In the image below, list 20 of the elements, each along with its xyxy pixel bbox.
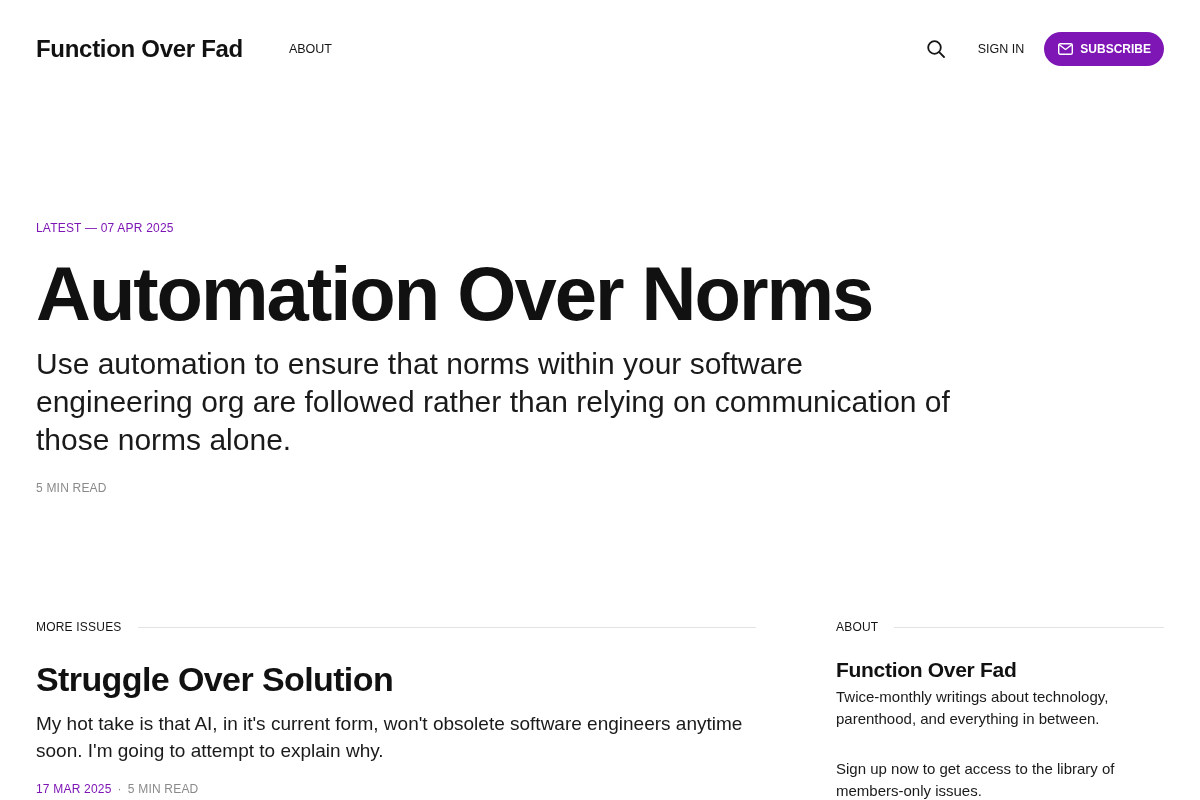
- mail-icon: [1058, 43, 1074, 55]
- post-title[interactable]: Automation Over Norms: [36, 251, 873, 336]
- post-title[interactable]: Struggle Over Solution: [36, 660, 394, 698]
- subscribe-button[interactable]: SUBSCRIBE: [1044, 32, 1164, 66]
- site-title[interactable]: Function Over Fad: [36, 35, 243, 63]
- reading-time: 5 MIN READ: [36, 480, 107, 496]
- post-excerpt: My hot take is that AI, in it's current form, won't obsolete software engineers anytime soon. I'm going to attempt to explain why.: [36, 712, 744, 763]
- sign-in-link[interactable]: SIGN IN: [977, 42, 1025, 56]
- nav-link[interactable]: ABOUT: [288, 42, 332, 56]
- about-text: Sign up now to get access to the library of members-only issues.: [836, 759, 1116, 800]
- post-excerpt: Use automation to ensure that norms within your software engineering org are followed rather than relying on communication of those norms alone.: [36, 346, 951, 458]
- about-text: Twice-monthly writings about technology, parenthood, and everything in between.: [836, 687, 1110, 729]
- site-name: Function Over Fad: [836, 657, 1017, 683]
- post-date: 17 MAR 2025: [36, 781, 112, 797]
- section-heading: MORE ISSUES: [36, 619, 122, 635]
- section-heading: ABOUT: [836, 619, 879, 635]
- search-icon[interactable]: [926, 40, 945, 58]
- post-kicker: LATEST — 07 APR 2025: [36, 220, 174, 236]
- reading-time: 5 MIN READ: [127, 781, 199, 797]
- meta-separator: ·: [117, 781, 122, 797]
